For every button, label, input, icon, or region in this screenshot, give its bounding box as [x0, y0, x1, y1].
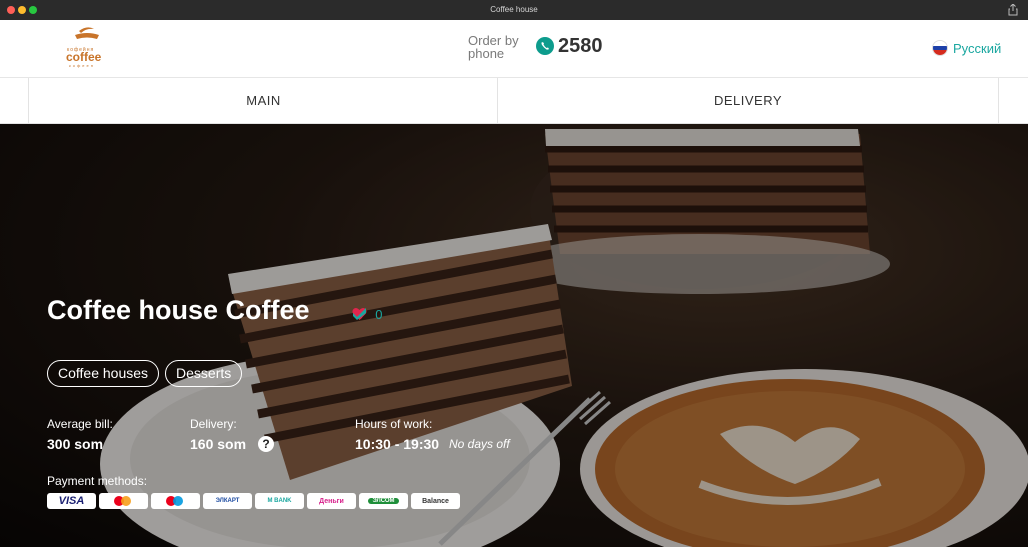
mastercard-icon — [99, 493, 148, 509]
tag-coffee-houses[interactable]: Coffee houses — [47, 360, 160, 387]
language-switcher[interactable]: Русский — [932, 40, 1001, 56]
phone-number[interactable]: 2580 — [558, 35, 603, 58]
checkin-icon[interactable] — [352, 307, 367, 320]
order-by-phone-label: Order by phone — [468, 33, 519, 61]
window-title: Coffee house — [490, 5, 538, 14]
elsom-icon: ЭЛСОМ — [359, 493, 408, 509]
average-bill-value: 300 som — [47, 436, 104, 452]
elcart-icon: ЭЛКАРТ — [203, 493, 252, 509]
payment-methods: VISA ЭЛКАРТ M BANK Деньги ЭЛСОМ Balance — [47, 493, 463, 509]
svg-text:кофеен: кофеен — [69, 63, 95, 68]
venue-title: Coffee house Coffee — [47, 295, 310, 325]
tab-delivery[interactable]: DELIVERY — [497, 78, 999, 124]
hero-banner: Coffee house Coffee 0 0 Coffee houses De… — [0, 124, 1028, 547]
phone-icon[interactable] — [536, 37, 554, 55]
language-label: Русский — [953, 40, 1002, 56]
payment-methods-label: Payment methods: — [47, 474, 148, 488]
visa-icon: VISA — [47, 493, 96, 509]
main-nav: MAIN DELIVERY — [0, 78, 1028, 124]
tag-desserts[interactable]: Desserts — [165, 360, 243, 387]
maestro-icon — [151, 493, 200, 509]
russian-flag-icon — [932, 40, 948, 56]
delivery-value: 160 som — [190, 436, 247, 452]
hero-photo — [0, 124, 1028, 547]
venue-tags: Coffee houses Desserts — [47, 360, 248, 387]
hours-label: Hours of work: — [355, 417, 433, 431]
hours-value: 10:30 - 19:30 — [355, 436, 440, 452]
average-bill-label: Average bill: — [47, 417, 113, 431]
share-icon[interactable] — [1008, 4, 1018, 16]
coffee-logo[interactable]: кофейня coffee кофеен — [64, 25, 110, 69]
delivery-label: Delivery: — [190, 417, 237, 431]
tab-main[interactable]: MAIN — [28, 78, 498, 124]
balance-icon: Balance — [411, 493, 460, 509]
days-off: No days off — [449, 437, 510, 451]
window-titlebar: Coffee house — [0, 0, 1028, 20]
venue-stats: 0 0 — [352, 307, 382, 322]
checkin-count: 0 — [375, 307, 383, 322]
site-header: кофейня coffee кофеен Order by phone 258… — [0, 20, 1028, 78]
o-dengi-icon: Деньги — [307, 493, 356, 509]
help-icon[interactable]: ? — [258, 436, 274, 452]
svg-text:coffee: coffee — [66, 50, 102, 64]
mbank-icon: M BANK — [255, 493, 304, 509]
